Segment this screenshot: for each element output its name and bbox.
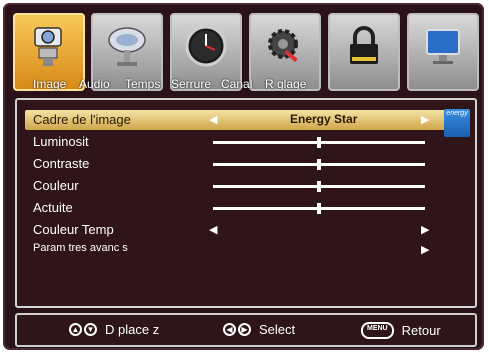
tab-label-temps: Temps — [125, 77, 161, 91]
tv-osd-menu: Image Audio Temps Serrure Canal R glage … — [3, 3, 484, 350]
footer-hints: ▲ ▼ D place z ◀ ▶ Select MENU Retour — [15, 313, 477, 347]
slider-knob[interactable] — [317, 181, 321, 192]
arrow-right-icon[interactable]: ▶ — [421, 223, 429, 236]
menu-row-label: Luminosit — [33, 134, 89, 149]
menu-button-icon: MENU — [361, 322, 394, 339]
up-button-icon: ▲ — [69, 323, 82, 336]
right-button-icon: ▶ — [238, 323, 251, 336]
menu-row-label: Contraste — [33, 156, 90, 171]
menu-row-contraste[interactable]: Contraste — [25, 154, 465, 174]
monitor-icon — [421, 21, 465, 71]
menu-row-couleur[interactable]: Couleur — [25, 176, 465, 196]
menu-row-luminosit[interactable]: Luminosit — [25, 132, 465, 152]
left-button-icon: ◀ — [223, 323, 236, 336]
tab-serrure[interactable] — [328, 13, 400, 91]
menu-row-label: Actuite — [33, 200, 73, 215]
slider-knob[interactable] — [317, 159, 321, 170]
arrow-left-icon[interactable]: ◀ — [209, 223, 217, 236]
tab-label-canal: Canal — [221, 77, 253, 91]
satellite-dish-icon — [105, 21, 149, 71]
tab-label-serrure: Serrure — [171, 77, 212, 91]
tab-label-image: Image — [33, 77, 67, 91]
menu-row-label: Param tres avanc s — [33, 242, 128, 254]
arrow-right-icon[interactable]: ▶ — [421, 113, 429, 126]
tab-reglage[interactable] — [407, 13, 479, 91]
footer-select: ◀ ▶ Select — [223, 322, 295, 337]
menu-row-parametres-avances[interactable]: Param tres avanc s ▶ — [25, 240, 465, 260]
luminosit-slider[interactable] — [213, 137, 425, 148]
footer-back: MENU Retour — [361, 322, 441, 339]
menu-panel: Cadre de l'image ◀ Energy Star ▶ energy … — [15, 98, 477, 308]
footer-back-label: Retour — [401, 323, 441, 338]
gear-icon — [263, 21, 307, 71]
couleur-slider[interactable] — [213, 181, 425, 192]
lock-icon — [342, 21, 386, 71]
menu-row-actuite[interactable]: Actuite — [25, 198, 465, 218]
menu-row-label: Couleur Temp — [33, 222, 114, 237]
menu-row-cadre[interactable]: Cadre de l'image ◀ Energy Star ▶ energy — [25, 109, 470, 137]
footer-move: ▲ ▼ D place z — [69, 322, 159, 337]
down-button-icon: ▼ — [84, 323, 97, 336]
tab-label-audio: Audio — [79, 77, 110, 91]
menu-row-value: Energy Star — [290, 112, 358, 126]
slider-knob[interactable] — [317, 203, 321, 214]
menu-row-couleur-temp[interactable]: Couleur Temp ◀ ▶ — [25, 220, 465, 240]
actuite-slider[interactable] — [213, 203, 425, 214]
camera-icon — [27, 21, 71, 71]
tab-label-reglage: R glage — [265, 77, 307, 91]
contraste-slider[interactable] — [213, 159, 425, 170]
footer-move-label: D place z — [105, 322, 160, 337]
tab-bar: Image Audio Temps Serrure Canal R glage — [13, 9, 479, 95]
slider-knob[interactable] — [317, 137, 321, 148]
energy-badge-text: energy — [446, 110, 468, 117]
arrow-right-icon[interactable]: ▶ — [421, 243, 429, 256]
menu-row-label: Couleur — [33, 178, 79, 193]
arrow-left-icon[interactable]: ◀ — [209, 113, 217, 126]
menu-row-label: Cadre de l'image — [33, 112, 131, 127]
footer-select-label: Select — [259, 322, 296, 337]
clock-icon — [184, 21, 228, 71]
